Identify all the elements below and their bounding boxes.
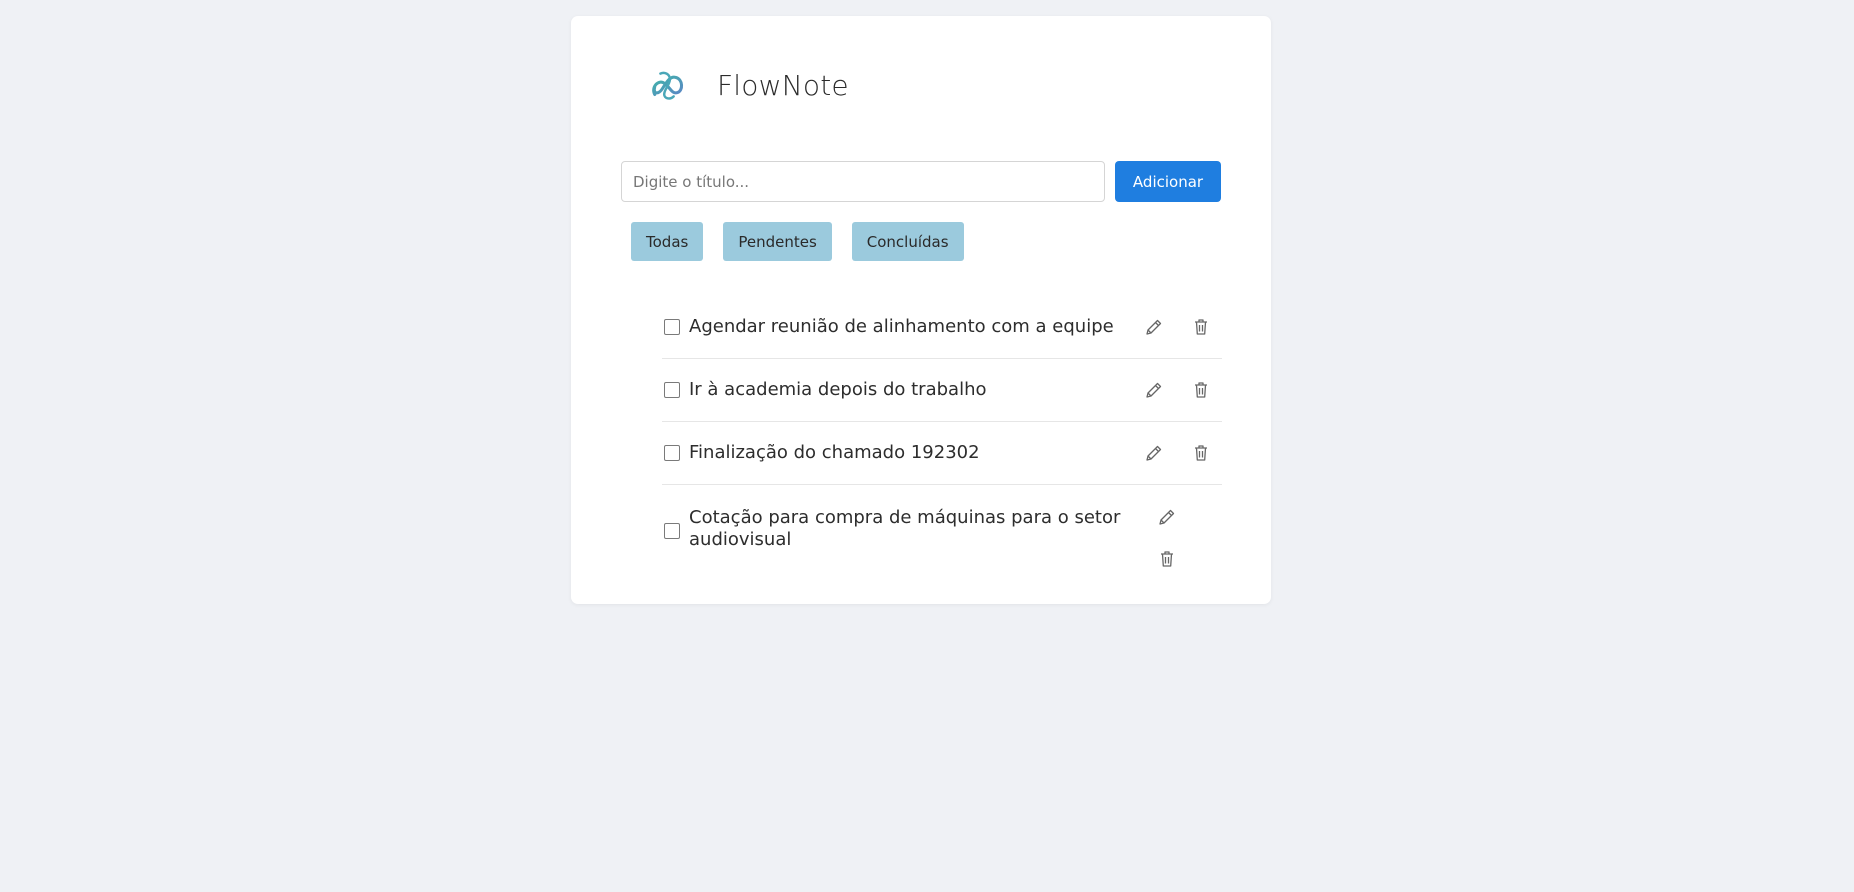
trash-icon[interactable] <box>1155 547 1179 571</box>
task-item: Finalização do chamado 192302 <box>662 422 1222 485</box>
pencil-icon[interactable] <box>1142 378 1166 402</box>
filter-pending-button[interactable]: Pendentes <box>723 222 832 261</box>
task-text: Cotação para compra de máquinas para o s… <box>689 507 1121 550</box>
task-checkbox[interactable] <box>664 445 680 461</box>
pencil-icon[interactable] <box>1142 315 1166 339</box>
filter-bar: Todas Pendentes Concluídas <box>631 222 984 261</box>
pencil-icon[interactable] <box>1142 441 1166 465</box>
task-item: Cotação para compra de máquinas para o s… <box>662 485 1222 577</box>
pencil-icon[interactable] <box>1155 505 1179 529</box>
task-list: Agendar reunião de alinhamento com a equ… <box>662 296 1222 577</box>
task-text: Ir à academia depois do trabalho <box>689 379 987 400</box>
task-checkbox[interactable] <box>664 523 680 539</box>
task-title-input[interactable] <box>621 161 1105 202</box>
task-checkbox[interactable] <box>664 319 680 335</box>
filter-done-button[interactable]: Concluídas <box>851 222 964 261</box>
task-checkbox[interactable] <box>664 382 680 398</box>
trash-icon[interactable] <box>1189 378 1213 402</box>
task-text: Finalização do chamado 192302 <box>689 442 980 463</box>
app-card: FlowNote Adicionar Todas Pendentes Concl… <box>571 16 1271 604</box>
add-task-form: Adicionar <box>621 161 1221 202</box>
app-header: FlowNote <box>649 66 849 104</box>
task-item: Agendar reunião de alinhamento com a equ… <box>662 296 1222 359</box>
app-title: FlowNote <box>717 68 849 102</box>
trash-icon[interactable] <box>1189 441 1213 465</box>
task-text: Agendar reunião de alinhamento com a equ… <box>689 316 1114 337</box>
add-task-button[interactable]: Adicionar <box>1115 161 1221 202</box>
task-item: Ir à academia depois do trabalho <box>662 359 1222 422</box>
filter-all-button[interactable]: Todas <box>631 222 704 261</box>
trash-icon[interactable] <box>1189 315 1213 339</box>
infinity-logo-icon <box>652 71 684 100</box>
